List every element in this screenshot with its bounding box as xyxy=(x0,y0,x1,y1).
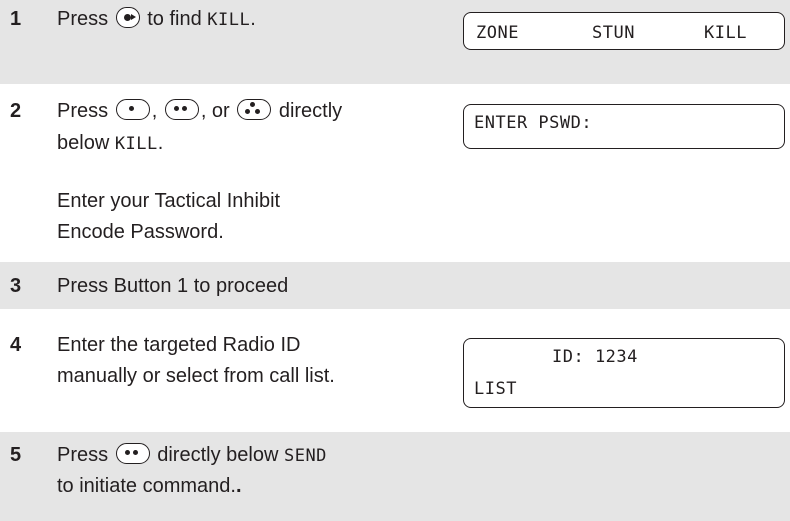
step-2-kill-label: KILL xyxy=(114,134,158,154)
softkey-stun: STUN xyxy=(592,23,635,43)
step-number-5: 5 xyxy=(10,444,22,466)
step-5-text-b: directly below xyxy=(151,444,284,466)
two-dot-button-icon xyxy=(115,443,150,465)
step-text-4-line2: manually or select from call list. xyxy=(57,365,335,387)
step-1-text-a: Press xyxy=(57,8,114,30)
step-text-4-line1: Enter the targeted Radio ID xyxy=(57,334,301,356)
step-number-4: 4 xyxy=(10,334,22,356)
step-number-1: 1 xyxy=(10,8,22,30)
display-list-softkey: LIST xyxy=(474,379,517,399)
step-2-extra-line1: Enter your Tactical Inhibit xyxy=(57,190,281,212)
step-2-text-b: , xyxy=(151,100,163,122)
step-number-2: 2 xyxy=(10,100,22,122)
display-id-text: ID: 1234 xyxy=(552,347,638,367)
step-2-text-a: Press xyxy=(57,100,114,122)
one-dot-button-icon xyxy=(115,99,150,121)
step-1-text-b: to find xyxy=(141,8,208,30)
display-password-text: ENTER PSWD: xyxy=(474,113,593,133)
step-text-2-line2: below KILL. xyxy=(57,130,163,157)
step-2-extra-line2: Encode Password. xyxy=(57,221,224,243)
step-2-text-d: directly xyxy=(273,100,343,122)
step-5-text-e: . xyxy=(235,475,242,497)
step-1-text-d: . xyxy=(250,8,256,30)
radio-display-softkeys: ZONE STUN KILL xyxy=(463,12,785,50)
step-2-text-g: . xyxy=(157,132,164,154)
step-5-text-a: Press xyxy=(57,444,114,466)
step-5-text-d: to initiate command. xyxy=(57,475,236,497)
step-text-5-line2: to initiate command.. xyxy=(57,473,242,499)
softkey-zone: ZONE xyxy=(476,23,519,43)
step-text-5-line1: Press directly below SEND xyxy=(57,442,327,469)
step-text-3: Press Button 1 to proceed xyxy=(57,275,289,297)
radio-display-password: ENTER PSWD: xyxy=(463,104,785,149)
step-5-send-label: SEND xyxy=(283,446,327,466)
softkey-kill: KILL xyxy=(704,23,747,43)
step-1-kill-label: KILL xyxy=(207,10,251,30)
radio-display-radio-id: ID: 1234 LIST xyxy=(463,338,785,408)
step-2-text-c: , or xyxy=(200,100,236,122)
two-dot-button-icon xyxy=(164,99,199,121)
step-text-1: Press to find KILL. xyxy=(57,6,256,33)
step-number-3: 3 xyxy=(10,275,22,297)
step-2-text-e: below xyxy=(57,132,115,154)
three-dot-button-icon xyxy=(237,99,272,121)
nav-right-button-icon xyxy=(115,7,140,29)
step-text-2-line1: Press , , or directly xyxy=(57,98,342,124)
